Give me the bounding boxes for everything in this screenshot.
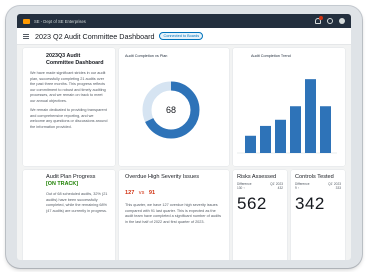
risks-values: 130 ↑ 432 [237, 186, 283, 190]
connection-status-badge[interactable]: Connected to Boards [159, 32, 204, 40]
controls-period-value: 333 [335, 186, 341, 190]
overdue-previous-count: 91 [148, 190, 156, 196]
audit-plan-text: Out of 68 scheduled audits, 32% (21 audi… [46, 192, 108, 213]
screen: SE - Dept of SE Enterprises 2023 Q2 Audi… [17, 14, 351, 260]
page-title: 2023 Q2 Audit Committee Dashboard [35, 31, 155, 41]
overdue-issues-text: This quarter, we have 127 overdue high s… [125, 203, 222, 224]
controls-values: 9 ↑ 333 [295, 186, 341, 190]
overdue-issues-comparison: 127 vs 91 [125, 181, 223, 199]
risks-assessed-title: Risks Assessed [237, 174, 277, 180]
trend-bar [260, 125, 271, 153]
topbar-actions [315, 16, 345, 24]
trend-bar-chart [237, 79, 337, 154]
overdue-current-count: 127 [125, 190, 135, 196]
trend-bar [290, 106, 301, 153]
donut-chart: 68 [142, 81, 200, 139]
summary-paragraph-2: We remain dedicated to providing transpa… [30, 108, 108, 129]
trend-bar [320, 106, 331, 153]
bell-icon[interactable] [315, 16, 323, 24]
audit-plan-card: Audit Plan Progress [ON TRACK] Out of 68… [23, 170, 115, 260]
summary-title: 2023Q3 Audit Committee Dashboard [46, 53, 104, 66]
tablet-frame: SE - Dept of SE Enterprises 2023 Q2 Audi… [6, 6, 362, 268]
page-header: 2023 Q2 Audit Committee Dashboard Connec… [17, 28, 351, 45]
trend-chart-card: Audit Completion Trend [233, 48, 345, 166]
menu-icon[interactable] [23, 33, 29, 39]
brand-logo-icon [23, 18, 30, 24]
summary-card: 2023Q3 Audit Committee Dashboard We have… [23, 48, 115, 166]
controls-tested-title: Controls Tested [295, 174, 334, 180]
controls-tested-card: Controls Tested Difference Q1' 2023 9 ↑ … [291, 170, 345, 260]
risks-assessed-card: Risks Assessed Difference Q1' 2023 130 ↑… [233, 170, 287, 260]
risks-period-value: 432 [277, 186, 283, 190]
donut-center-value: 68 [166, 105, 176, 115]
audit-plan-title: Audit Plan Progress [46, 174, 96, 180]
gear-icon[interactable] [327, 18, 333, 24]
notification-dot [319, 16, 323, 20]
summary-paragraph-1: We have made significant strides in our … [30, 71, 106, 103]
overdue-vs-label: vs [138, 190, 145, 196]
trend-bar [305, 79, 316, 153]
trend-bar [245, 135, 256, 153]
controls-tested-total: 342 [295, 194, 325, 213]
trend-bar [275, 119, 286, 153]
risks-difference-value: 130 ↑ [237, 186, 245, 190]
risks-assessed-total: 562 [237, 194, 267, 213]
controls-difference-value: 9 ↑ [295, 186, 300, 190]
top-navigation-bar: SE - Dept of SE Enterprises [17, 14, 351, 28]
donut-chart-card: Audit Completion vs Plan 68 [119, 48, 229, 166]
user-avatar-icon[interactable] [339, 18, 345, 24]
overdue-issues-title: Overdue High Severity Issues [125, 174, 199, 180]
brand-name: SE - Dept of SE Enterprises [34, 18, 86, 24]
overdue-issues-card: Overdue High Severity Issues 127 vs 91 T… [119, 170, 229, 260]
on-track-status: [ON TRACK] [46, 181, 79, 187]
